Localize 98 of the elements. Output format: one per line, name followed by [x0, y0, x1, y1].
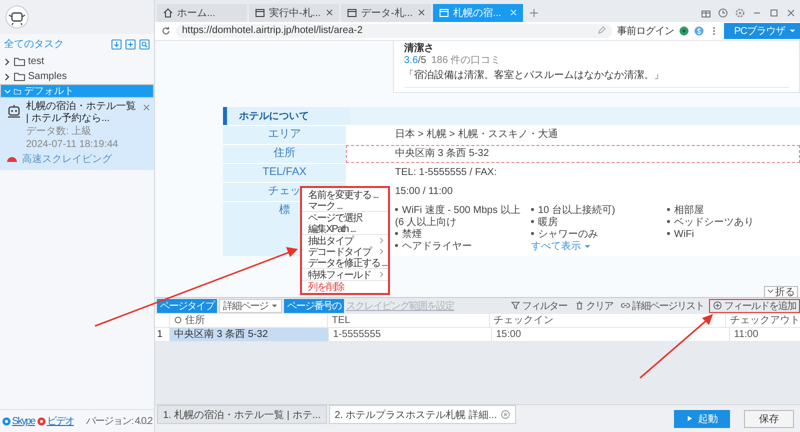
folder-item[interactable]: Samples	[0, 69, 154, 84]
section-title: ホテルについて	[239, 110, 309, 123]
menu-item[interactable]: 特殊フィールド	[302, 269, 388, 280]
page-icon	[347, 8, 357, 18]
chevron-icon	[379, 271, 384, 278]
review-score: 3.6	[404, 54, 418, 67]
chevron-icon[interactable]	[3, 72, 11, 80]
amenity-item: シャワーのみ	[531, 228, 659, 241]
amenity-item: 禁煙	[395, 228, 523, 241]
add-icon[interactable]	[125, 38, 136, 50]
menu-item[interactable]: データを修正する ...	[302, 257, 388, 268]
amenity-item: 10 台以上接続可)	[531, 204, 659, 217]
field-label-cell: 住所	[223, 144, 346, 163]
field-value: 中央区南 3 条西 5-32	[395, 148, 489, 159]
folder-icon	[14, 72, 25, 81]
task-card[interactable]: 札幌の宿泊・ホテル一覧 | ホテル予約なら... データ数: 上級 2024-07-11 18:19:44 高速スクレイピング	[0, 98, 154, 170]
folder-item[interactable]: test	[0, 54, 154, 69]
link-icon	[621, 301, 630, 310]
toolbar-button[interactable]: クリア	[572, 298, 616, 313]
close-icon[interactable]	[418, 9, 425, 16]
review-quote: 「宿泊設備は清潔。客室とバスルームはなかなか清潔。」	[404, 70, 789, 88]
caret-icon	[584, 243, 591, 250]
chevron-icon	[767, 288, 774, 296]
status-dot-icon[interactable]	[679, 26, 690, 36]
timestamp: 2024-07-11 18:19:44	[25, 139, 120, 151]
fold-button[interactable]: 折る	[764, 286, 798, 298]
save-button[interactable]: 保存	[744, 410, 794, 428]
toolbar-button[interactable]: フィルター	[508, 298, 570, 313]
folder-icon	[14, 88, 21, 94]
reload-icon[interactable]	[161, 26, 171, 36]
field-value: 15:00 / 11:00	[395, 186, 453, 197]
address-field[interactable]: https://domhotel.airtrip.jp/hotel/list/area-2	[176, 24, 612, 38]
pencil-icon[interactable]	[597, 26, 606, 36]
gauge-icon	[6, 155, 18, 163]
table-cell: 15:00	[491, 328, 729, 341]
field-label-cell: エリア	[223, 126, 346, 144]
field-value: TEL: 1-5555555 / FAX:	[395, 166, 497, 178]
amenity-item: 相部屋	[667, 204, 795, 217]
browser-tab[interactable]: ホーム...	[157, 4, 247, 22]
play-icon	[686, 415, 693, 422]
table-cell: 中央区南 3 条西 5-32	[169, 328, 328, 341]
version-label: バージョン: 4.0.2	[86, 415, 152, 428]
amenity-item: ヘアドライヤー	[395, 240, 523, 253]
chevron-icon[interactable]	[3, 58, 11, 66]
footer-link[interactable]: Skype	[12, 416, 35, 426]
new-tab-icon[interactable]	[530, 8, 538, 17]
page-type-select[interactable]: 詳細ページ	[219, 298, 282, 313]
field-value: 日本 > 札幌 > 札幌・ススキノ・大通	[395, 128, 558, 140]
close-icon[interactable]	[786, 8, 796, 18]
robot-icon	[6, 103, 22, 119]
review-count: 186 件の口コミ	[431, 54, 501, 67]
column-header[interactable]: チェックアウト	[725, 314, 800, 327]
close-icon[interactable]	[143, 104, 150, 111]
settings-icon[interactable]	[735, 8, 745, 18]
filter-icon	[511, 301, 520, 310]
column-header[interactable]: TEL	[326, 314, 489, 327]
profile-icon[interactable]	[694, 26, 704, 36]
import-icon[interactable]	[111, 38, 122, 50]
amenity-item: 暖房	[531, 216, 659, 229]
section-title: 全てのタスク	[4, 38, 64, 51]
caret-icon	[271, 302, 278, 310]
review-title: 清潔さ	[404, 42, 435, 55]
show-all-link[interactable]: すべて表示	[531, 240, 659, 253]
table-cell: 1-5555555	[328, 328, 491, 341]
add-field-button[interactable]: フィールドを追加	[709, 298, 800, 313]
clock-icon[interactable]	[718, 8, 728, 18]
task-title: 札幌の宿泊・ホテル一覧 | ホテル予約なら...	[26, 101, 137, 125]
data-count: データ数: 上級	[25, 126, 93, 138]
field-label-cell: TEL/FAX	[223, 164, 346, 182]
toolbar-button[interactable]: 詳細ページリスト	[618, 298, 707, 313]
page-icon	[439, 8, 449, 18]
target-icon	[174, 316, 182, 324]
close-icon[interactable]	[326, 9, 333, 16]
footer-link[interactable]: ビデオ	[46, 414, 74, 428]
mode-label: 高速スクレイピング	[22, 152, 112, 166]
add-icon	[713, 301, 722, 310]
maximize-icon[interactable]	[769, 8, 779, 18]
pre-login-link[interactable]: 事前ログイン	[617, 24, 674, 38]
column-header[interactable]: 住所	[169, 314, 327, 327]
home-icon	[163, 8, 173, 18]
page-icon	[255, 8, 265, 18]
amenity-item: WiFi	[667, 228, 795, 241]
score-scale: /5	[418, 54, 426, 67]
row-number: 1	[156, 328, 164, 341]
table-cell: 11:00	[729, 328, 800, 341]
task-tab[interactable]: 1. 札幌の宿泊・ホテル一覧 | ホテ...	[157, 405, 327, 424]
amenity-item: WiFi 速度 - 500 Mbps 以上 (6 人以上向け	[395, 204, 523, 229]
folder-icon	[14, 57, 25, 66]
avatar-icon	[5, 5, 29, 29]
menu-item[interactable]: 列を削除	[302, 281, 388, 292]
browser-tab[interactable]: データ-札...	[341, 4, 431, 22]
browser-tab[interactable]: 実行中-札...	[249, 4, 339, 22]
amenity-item: ベッドシーツあり	[667, 216, 795, 229]
trash-icon	[575, 301, 584, 310]
caret-icon	[789, 27, 796, 34]
task-tab[interactable]: 2. ホテルプラスホステル札幌 詳細...	[328, 405, 516, 424]
search-icon[interactable]	[139, 38, 150, 50]
menu-item[interactable]: 抽出タイプ	[302, 235, 388, 246]
